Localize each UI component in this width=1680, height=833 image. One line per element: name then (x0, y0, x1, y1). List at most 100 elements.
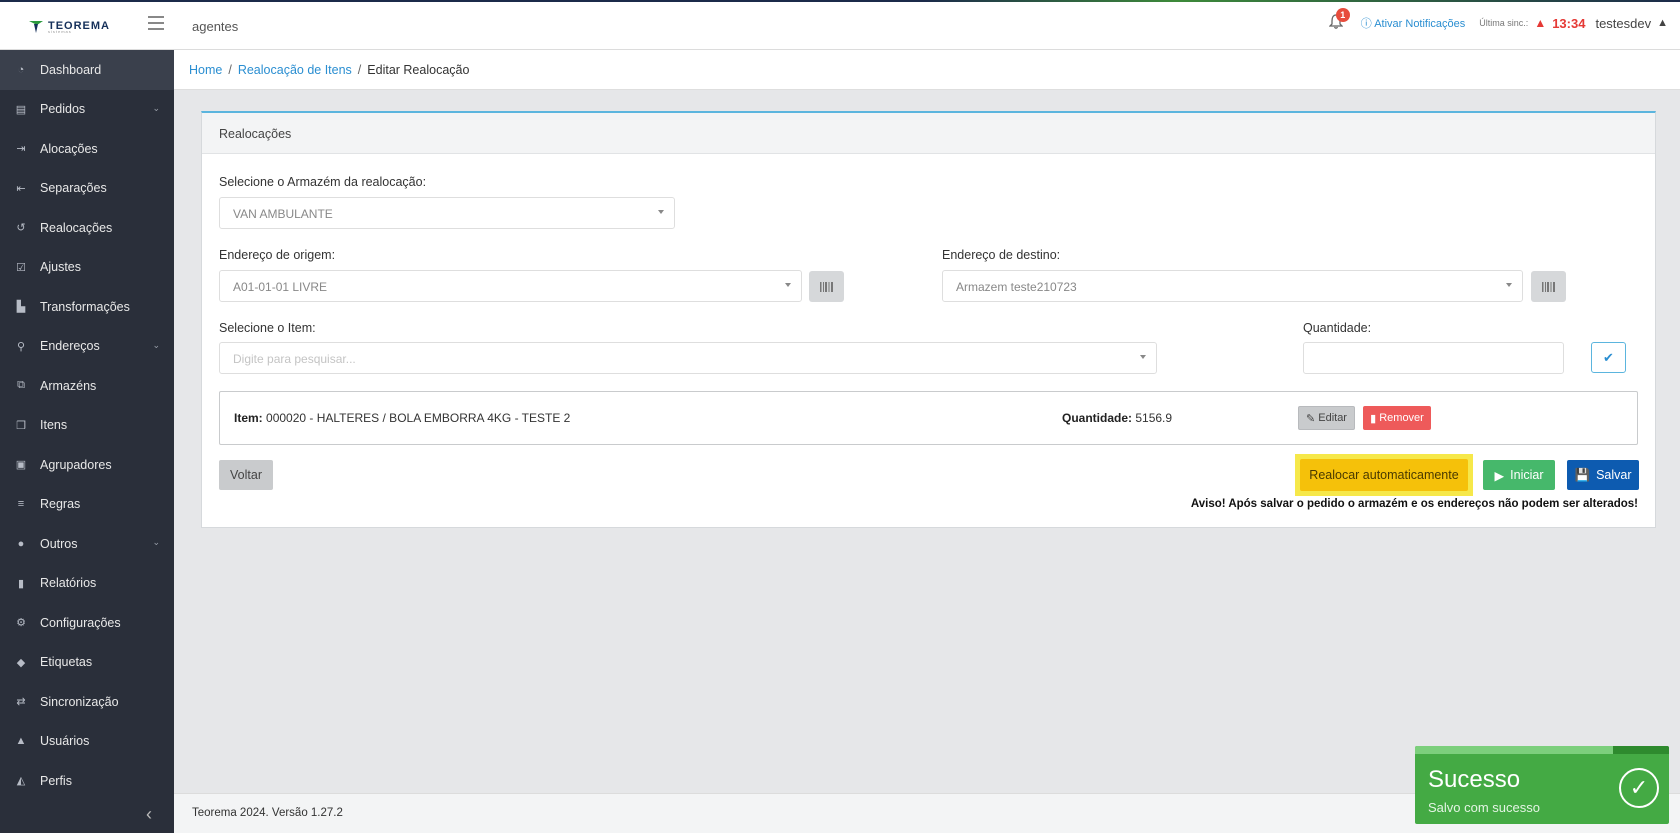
sidebar-item-pedidos[interactable]: ▤ Pedidos ⌄ (0, 90, 174, 130)
username[interactable]: testesdev (1595, 16, 1651, 31)
check-icon: ✔ (1603, 349, 1614, 365)
destination-barcode-button[interactable] (1531, 271, 1566, 302)
sidebar-item-label: Ajustes (40, 260, 81, 275)
sidebar-item-sincronizacao[interactable]: ⇄ Sincronização (0, 682, 174, 722)
breadcrumb-separator: / (357, 63, 362, 77)
sidebar-item-agrupadores[interactable]: ▣ Agrupadores (0, 445, 174, 485)
save-warning: Aviso! Após salvar o pedido o armazém e … (1190, 498, 1638, 510)
chevron-down-icon (785, 283, 791, 287)
cubes-icon: ⧉ (17, 379, 25, 392)
origin-label: Endereço de origem: (219, 248, 336, 262)
realocacoes-panel: Realocações Selecione o Armazém da realo… (201, 111, 1656, 528)
app-title: agentes (192, 19, 239, 34)
sidebar-item-label: Alocações (40, 141, 98, 156)
logo-mark-icon (29, 21, 43, 33)
item-row-item-value: 000020 - HALTERES / BOLA EMBORRA 4KG - T… (266, 411, 571, 425)
item-select-placeholder: Digite para pesquisar... (233, 352, 356, 366)
top-bar: TEOREMA sistemas agentes 1 ⓘ Ativar Noti… (0, 0, 1680, 50)
quantity-input[interactable] (1303, 342, 1564, 374)
sidebar-item-itens[interactable]: ❒ Itens (0, 406, 174, 446)
sidebar-item-ajustes[interactable]: ☑ Ajustes (0, 248, 174, 288)
warehouse-select-value: VAN AMBULANTE (233, 207, 333, 221)
toast-progress-remaining (1613, 746, 1669, 754)
start-button-label: Iniciar (1510, 468, 1544, 482)
barcode-icon (819, 281, 833, 292)
auto-realloc-highlight: Realocar automaticamente (1295, 454, 1473, 496)
warning-icon: ▲ (1534, 16, 1547, 30)
edit-item-button[interactable]: ✎ Editar (1298, 406, 1355, 430)
auto-realloc-button[interactable]: Realocar automaticamente (1300, 459, 1468, 491)
save-button[interactable]: 💾 Salvar (1567, 460, 1639, 490)
remove-item-button[interactable]: ▮ Remover (1363, 406, 1431, 430)
success-toast[interactable]: Sucesso Salvo com sucesso ✓ (1415, 746, 1669, 824)
sidebar-item-regras[interactable]: ≡ Regras (0, 485, 174, 525)
bar-chart-icon: ▙ (16, 301, 26, 314)
breadcrumb-current: Editar Realocação (367, 63, 470, 77)
sidebar-item-label: Itens (40, 418, 68, 433)
breadcrumb-home[interactable]: Home (189, 63, 222, 77)
sidebar-item-etiquetas[interactable]: ◆ Etiquetas (0, 643, 174, 683)
item-select[interactable]: Digite para pesquisar... (219, 342, 1157, 374)
sync-time: 13:34 (1552, 15, 1586, 31)
map-marker-icon: ⚲ (16, 340, 26, 353)
back-button[interactable]: Voltar (219, 460, 273, 490)
info-circle-icon: ● (17, 537, 25, 550)
bell-icon[interactable]: 1 (1328, 8, 1350, 32)
destination-label: Endereço de destino: (942, 248, 1061, 262)
sign-out-icon: ⇤ (16, 182, 26, 195)
sidebar-item-separacoes[interactable]: ⇤ Separações (0, 169, 174, 209)
origin-barcode-button[interactable] (809, 271, 844, 302)
origin-select[interactable]: A01-01-01 LIVRE (219, 270, 802, 302)
cog-icon: ⚙ (16, 617, 26, 630)
collapse-sidebar-icon[interactable]: ‹ (146, 804, 152, 825)
item-row-item-key: Item: (234, 411, 263, 425)
menu-toggle-icon[interactable] (148, 16, 166, 30)
tags-icon: ◆ (16, 656, 26, 669)
sidebar-item-label: Sincronização (40, 694, 119, 709)
object-group-icon: ▣ (15, 459, 27, 472)
sidebar-item-perfis[interactable]: ◭ Perfis (0, 761, 174, 801)
warehouse-select[interactable]: VAN AMBULANTE (219, 197, 675, 229)
start-button[interactable]: ▶ Iniciar (1483, 460, 1555, 490)
sidebar-item-label: Relatórios (40, 576, 97, 591)
panel-title: Realocações (202, 113, 1655, 154)
sidebar-item-label: Outros (40, 536, 78, 551)
sidebar-item-alocacoes[interactable]: ⇥ Alocações (0, 129, 174, 169)
check-square-icon: ☑ (16, 261, 26, 274)
quantity-label: Quantidade: (1303, 321, 1372, 335)
sidebar-item-armazens[interactable]: ⧉ Armazéns (0, 366, 174, 406)
chevron-down-icon: ⌄ (152, 537, 160, 547)
destination-select[interactable]: Armazem teste210723 (942, 270, 1523, 302)
cube-icon: ❒ (16, 419, 26, 432)
auto-realloc-label: Realocar automaticamente (1309, 468, 1459, 482)
remove-item-label: Remover (1379, 412, 1424, 424)
sidebar-item-outros[interactable]: ● Outros ⌄ (0, 524, 174, 564)
sidebar-item-transformacoes[interactable]: ▙ Transformações (0, 287, 174, 327)
enable-notifications-link[interactable]: ⓘ Ativar Notificações (1361, 15, 1466, 31)
notification-badge: 1 (1335, 8, 1350, 22)
sidebar-item-label: Armazéns (40, 378, 97, 393)
sidebar-item-dashboard[interactable]: ◔ Dashboard (0, 50, 174, 90)
logo-subtext: sistemas (48, 29, 72, 34)
sidebar-item-label: Usuários (40, 734, 90, 749)
chevron-down-icon (1140, 355, 1146, 359)
user-icon[interactable]: ▲ (1657, 17, 1668, 29)
sidebar-item-configuracoes[interactable]: ⚙ Configurações (0, 603, 174, 643)
sidebar-item-label: Etiquetas (40, 655, 93, 670)
app-logo[interactable]: TEOREMA sistemas (28, 16, 110, 36)
sidebar-item-label: Transformações (40, 299, 130, 314)
chevron-down-icon (658, 210, 664, 214)
sidebar-item-label: Dashboard (40, 62, 102, 77)
sidebar-item-enderecos[interactable]: ⚲ Endereços ⌄ (0, 327, 174, 367)
sidebar: ◔ Dashboard ▤ Pedidos ⌄ ⇥ Alocações ⇤ Separações… (0, 50, 174, 833)
breadcrumb-parent[interactable]: Realocação de Itens (238, 63, 352, 77)
sidebar-item-relatorios[interactable]: ▮ Relatórios (0, 564, 174, 604)
sidebar-item-realocacoes[interactable]: ↺ Realocações (0, 208, 174, 248)
file-icon: ▮ (17, 577, 25, 590)
chevron-down-icon: ⌄ (152, 102, 160, 113)
save-icon: 💾 (1574, 467, 1591, 482)
sidebar-item-usuarios[interactable]: ▲ Usuários (0, 722, 174, 762)
origin-select-value: A01-01-01 LIVRE (233, 280, 328, 294)
item-row-item: Item: 000020 - HALTERES / BOLA EMBORRA 4… (234, 411, 570, 425)
add-item-button[interactable]: ✔ (1591, 342, 1626, 373)
